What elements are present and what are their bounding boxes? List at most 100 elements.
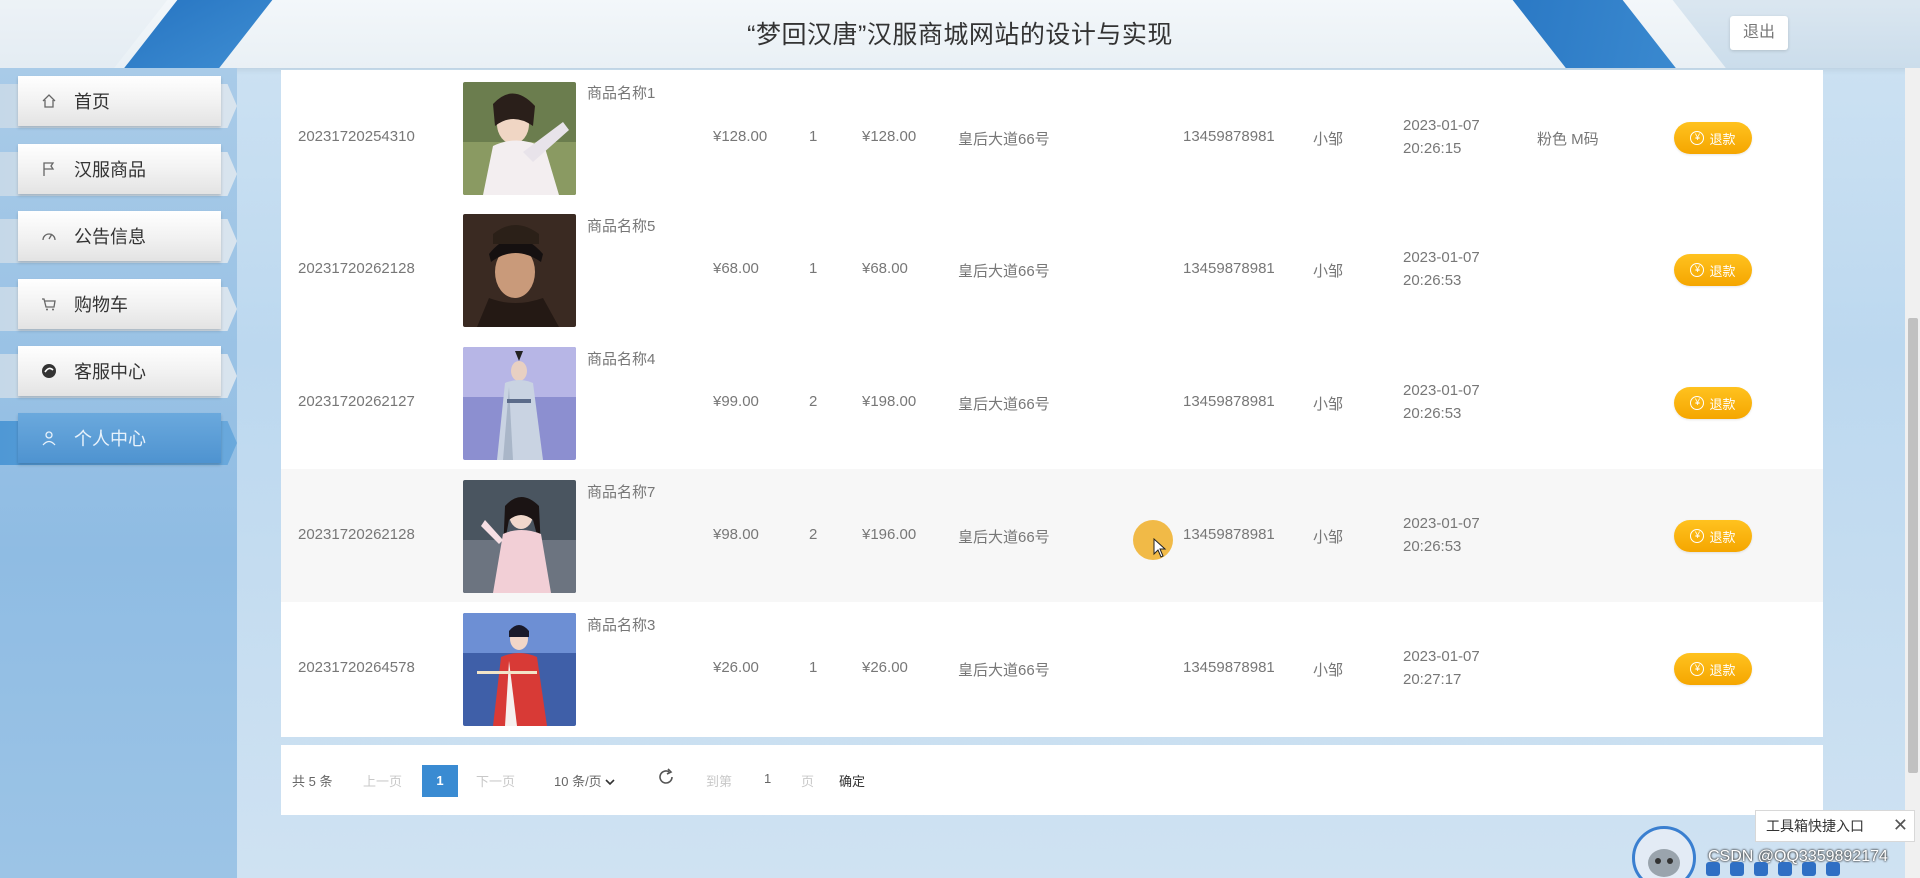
sidebar-item-cart[interactable]: 购物车 — [0, 279, 237, 331]
sidebar-item-label: 公告信息 — [74, 227, 146, 247]
unit-price: ¥68.00 — [713, 260, 759, 277]
product-spec: 粉色 M码 — [1537, 131, 1599, 148]
refund-label: 退款 — [1709, 529, 1736, 545]
assistant-avatar[interactable] — [1632, 826, 1696, 878]
unit-price: ¥99.00 — [713, 393, 759, 410]
confirm-button[interactable]: 确定 — [839, 771, 865, 790]
sidebar-item-label: 汉服商品 — [74, 160, 146, 180]
chevron-down-icon — [605, 774, 615, 789]
receiver: 小邹 — [1313, 662, 1344, 679]
phone: 13459878981 — [1183, 128, 1275, 145]
site-title: “梦回汉唐”汉服商城网站的设计与实现 — [747, 21, 1173, 49]
tray-icon[interactable] — [1778, 862, 1792, 876]
order-number: 20231720264578 — [298, 659, 415, 676]
tray-icon[interactable] — [1802, 862, 1816, 876]
quantity: 1 — [809, 128, 818, 145]
quantity: 1 — [809, 260, 818, 277]
yen-coin-icon: ¥ — [1690, 263, 1705, 277]
refresh-icon[interactable] — [656, 767, 676, 790]
user-icon — [40, 429, 58, 447]
logout-button[interactable]: 退出 — [1730, 16, 1788, 50]
yen-coin-icon: ¥ — [1690, 131, 1705, 145]
sidebar-item-hanfu-products[interactable]: 汉服商品 — [0, 144, 237, 196]
total-count: 共 5 条 — [292, 774, 333, 789]
order-number: 20231720254310 — [298, 128, 415, 145]
product-name: 商品名称5 — [587, 218, 656, 235]
address: 皇后大道66号 — [958, 263, 1050, 280]
sidebar-item-announcements[interactable]: 公告信息 — [0, 211, 237, 263]
tray-icon[interactable] — [1706, 862, 1720, 876]
order-date: 2023-01-07 — [1403, 515, 1480, 532]
sidebar-item-home[interactable]: 首页 — [0, 76, 237, 128]
refund-label: 退款 — [1709, 263, 1736, 279]
sidebar-button-home[interactable]: 首页 — [18, 76, 221, 126]
sidebar-item-label: 购物车 — [74, 295, 128, 315]
receiver: 小邹 — [1313, 529, 1344, 546]
sidebar-button-service-center[interactable]: 客服中心 — [18, 346, 221, 396]
cart-icon — [40, 295, 58, 313]
order-time: 20:27:17 — [1403, 671, 1462, 688]
order-date: 2023-01-07 — [1403, 117, 1480, 134]
quantity: 1 — [809, 659, 818, 676]
product-image — [463, 347, 576, 460]
refund-button[interactable]: ¥ 退款 — [1674, 387, 1752, 419]
goto-page-input[interactable]: 1 — [764, 771, 771, 786]
prev-page-button[interactable]: 上一页 — [363, 771, 402, 790]
product-image — [463, 480, 576, 593]
flag-icon — [40, 160, 58, 178]
table-row: 20231720262128 商品名称5 ¥68.00 1 ¥68.00 皇后大… — [281, 203, 1823, 336]
refund-label: 退款 — [1709, 662, 1736, 678]
refund-button[interactable]: ¥ 退款 — [1674, 254, 1752, 286]
table-row: 20231720254310 商品名称1 ¥128.00 1 ¥128.00 皇… — [281, 70, 1823, 203]
sidebar-button-cart[interactable]: 购物车 — [18, 279, 221, 329]
home-icon — [40, 92, 58, 110]
yen-coin-icon: ¥ — [1690, 529, 1705, 543]
total-price: ¥196.00 — [862, 526, 917, 543]
toolbox-shortcut[interactable]: 工具箱快捷入口 ✕ — [1755, 810, 1915, 842]
scrollbar-thumb[interactable] — [1908, 318, 1918, 773]
tray-icon[interactable] — [1754, 862, 1768, 876]
close-icon[interactable]: ✕ — [1893, 815, 1908, 836]
page-1-button[interactable]: 1 — [422, 765, 458, 797]
quantity: 2 — [809, 393, 818, 410]
product-image — [463, 214, 576, 327]
pagination: 共 5 条 上一页 1 下一页 10 条/页 到第 1 页 确定 — [281, 745, 1823, 815]
unit-price: ¥98.00 — [713, 526, 759, 543]
unit-price: ¥128.00 — [713, 128, 768, 145]
address: 皇后大道66号 — [958, 529, 1050, 546]
refund-button[interactable]: ¥ 退款 — [1674, 520, 1752, 552]
sidebar-item-service-center[interactable]: 客服中心 — [0, 346, 237, 398]
next-page-button[interactable]: 下一页 — [476, 771, 515, 790]
refund-button[interactable]: ¥ 退款 — [1674, 122, 1752, 154]
refund-button[interactable]: ¥ 退款 — [1674, 653, 1752, 685]
chat-icon — [40, 362, 58, 380]
order-time: 20:26:53 — [1403, 272, 1462, 289]
page-size-select[interactable]: 10 条/页 — [554, 771, 615, 790]
goto-label: 到第 — [706, 774, 733, 789]
order-date: 2023-01-07 — [1403, 382, 1480, 399]
refund-label: 退款 — [1709, 131, 1736, 147]
unit-price: ¥26.00 — [713, 659, 759, 676]
product-image — [463, 613, 576, 726]
total-price: ¥128.00 — [862, 128, 917, 145]
order-number: 20231720262128 — [298, 260, 415, 277]
total-price: ¥198.00 — [862, 393, 917, 410]
tray-icon[interactable] — [1730, 862, 1744, 876]
sidebar: 首页 汉服商品 公告信息 购物车 客服中心 个人中心 — [0, 68, 237, 878]
order-date: 2023-01-07 — [1403, 249, 1480, 266]
address: 皇后大道66号 — [958, 662, 1050, 679]
tray-icon[interactable] — [1826, 862, 1840, 876]
receiver: 小邹 — [1313, 396, 1344, 413]
page-unit-label: 页 — [801, 774, 815, 789]
sidebar-button-personal-center[interactable]: 个人中心 — [18, 413, 221, 463]
table-row: 20231720262127 商品名称4 ¥99.00 2 ¥198.00 皇后… — [281, 336, 1823, 469]
sidebar-item-label: 个人中心 — [74, 429, 146, 449]
product-name: 商品名称1 — [587, 85, 656, 102]
sidebar-button-announcements[interactable]: 公告信息 — [18, 211, 221, 261]
sidebar-button-hanfu-products[interactable]: 汉服商品 — [18, 144, 221, 194]
sidebar-item-personal-center[interactable]: 个人中心 — [0, 413, 237, 465]
total-price: ¥26.00 — [862, 659, 908, 676]
product-image — [463, 82, 576, 195]
order-time: 20:26:53 — [1403, 538, 1462, 555]
phone: 13459878981 — [1183, 260, 1275, 277]
